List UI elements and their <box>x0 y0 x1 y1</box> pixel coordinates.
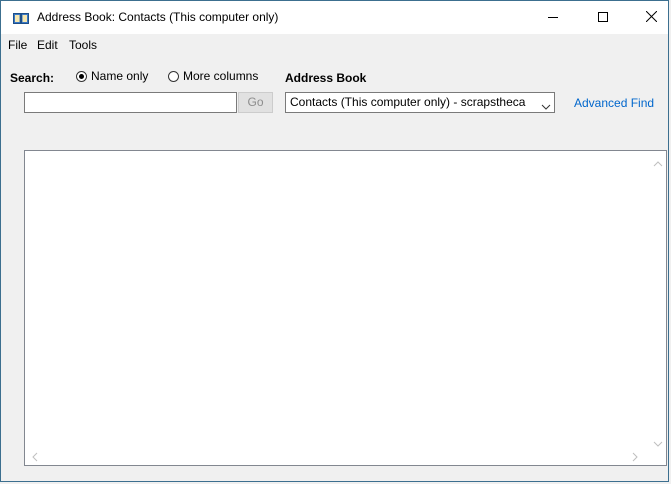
menu-edit[interactable]: Edit <box>36 38 59 52</box>
maximize-button[interactable] <box>581 1 625 34</box>
scroll-left-icon[interactable] <box>31 451 39 463</box>
close-button[interactable] <box>629 1 671 34</box>
radio-more-columns[interactable]: More columns <box>168 69 258 83</box>
menu-file[interactable]: File <box>7 38 28 52</box>
menu-tools[interactable]: Tools <box>68 38 98 52</box>
advanced-find-link[interactable]: Advanced Find <box>574 96 654 110</box>
search-label: Search: <box>10 71 55 85</box>
address-book-selected: Contacts (This computer only) - scrapsth… <box>290 95 526 109</box>
address-book-icon <box>13 12 29 24</box>
radio-name-only-indicator[interactable] <box>76 70 87 82</box>
minimize-icon <box>548 11 558 25</box>
minimize-button[interactable] <box>531 1 575 34</box>
scroll-up-icon[interactable] <box>652 157 664 167</box>
scroll-right-icon[interactable] <box>631 451 639 463</box>
scroll-down-icon[interactable] <box>652 437 664 447</box>
address-book-label: Address Book <box>285 71 367 85</box>
radio-name-only-label: Name only <box>91 69 149 83</box>
radio-more-columns-label: More columns <box>183 69 259 83</box>
address-book-dropdown[interactable]: Contacts (This computer only) - scrapsth… <box>285 92 555 113</box>
contacts-list[interactable] <box>24 150 667 466</box>
search-input[interactable] <box>24 92 237 113</box>
address-book-window: Address Book: Contacts (This computer on… <box>0 0 669 482</box>
chevron-down-icon <box>541 98 551 110</box>
title-bar[interactable]: Address Book: Contacts (This computer on… <box>1 1 668 34</box>
window-title: Address Book: Contacts (This computer on… <box>37 10 279 24</box>
go-button[interactable]: Go <box>238 92 273 113</box>
menu-bar: File Edit Tools <box>1 34 668 56</box>
radio-name-only[interactable]: Name only <box>76 69 148 83</box>
maximize-icon <box>598 11 608 25</box>
close-icon <box>645 10 657 25</box>
radio-more-columns-indicator[interactable] <box>168 70 179 82</box>
